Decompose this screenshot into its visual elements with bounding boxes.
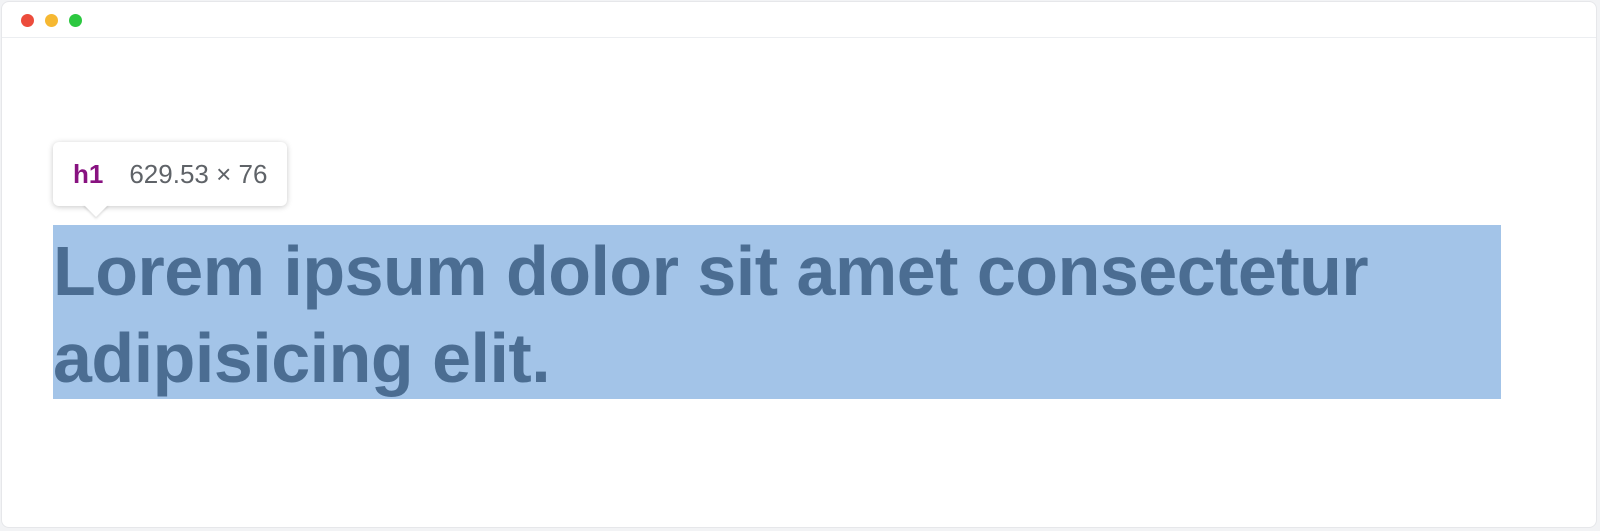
browser-window: h1 629.53 × 76 Lorem ipsum dolor sit ame… (1, 1, 1597, 528)
maximize-window-button[interactable] (69, 14, 82, 27)
page-content: h1 629.53 × 76 Lorem ipsum dolor sit ame… (2, 38, 1596, 527)
element-dimensions-label: 629.53 × 76 (129, 158, 268, 189)
inspector-tooltip: h1 629.53 × 76 (53, 142, 288, 206)
minimize-window-button[interactable] (45, 14, 58, 27)
element-tag-label: h1 (73, 158, 104, 189)
title-bar (2, 2, 1596, 38)
page-heading[interactable]: Lorem ipsum dolor sit amet consectetur a… (53, 228, 1493, 402)
close-window-button[interactable] (21, 14, 34, 27)
tooltip-pointer (83, 204, 109, 217)
